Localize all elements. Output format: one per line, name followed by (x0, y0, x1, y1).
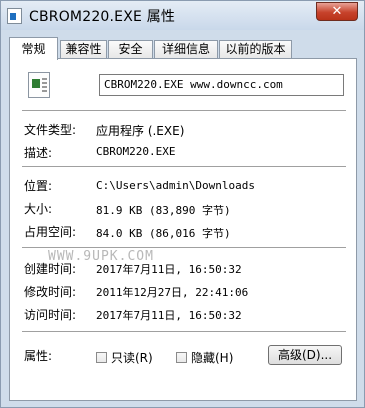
tab-strip: 常规 兼容性 安全 详细信息 以前的版本 (9, 37, 357, 60)
title-bar[interactable]: CBROM220.EXE 属性 ✕ (1, 1, 364, 30)
file-type-label: 文件类型: (24, 123, 77, 137)
tab-details[interactable]: 详细信息 (154, 40, 218, 59)
hidden-option[interactable]: 隐藏(H) (176, 349, 233, 366)
size-value: 81.9 KB (83,890 字节) (96, 204, 231, 217)
description-label: 描述: (24, 146, 53, 160)
tab-general[interactable]: 常规 (9, 37, 58, 60)
description-value: CBROM220.EXE (96, 145, 176, 158)
tab-security[interactable]: 安全 (108, 40, 153, 59)
divider (22, 247, 346, 249)
readonly-label: 只读(R) (111, 351, 153, 365)
modified-value: 2011年12月27日, 22:41:06 (96, 286, 249, 299)
advanced-button[interactable]: 高级(D)... (268, 345, 342, 365)
divider (22, 331, 346, 333)
accessed-value: 2017年7月11日, 16:50:32 (96, 309, 242, 322)
divider (22, 166, 346, 168)
file-icon (28, 72, 50, 98)
file-name-input[interactable]: CBROM220.EXE www.downcc.com (99, 74, 344, 96)
general-panel: CBROM220.EXE www.downcc.com 文件类型: 应用程序 (… (9, 58, 357, 401)
readonly-checkbox[interactable] (96, 352, 107, 363)
size-on-disk-label: 占用空间: (24, 225, 77, 239)
tab-compatibility[interactable]: 兼容性 (60, 40, 107, 59)
hidden-label: 隐藏(H) (191, 351, 234, 365)
divider (22, 110, 346, 112)
hidden-checkbox[interactable] (176, 352, 187, 363)
app-icon (7, 8, 22, 24)
accessed-label: 访问时间: (24, 308, 77, 322)
close-button[interactable]: ✕ (316, 2, 358, 21)
window-title: CBROM220.EXE 属性 (29, 9, 176, 25)
created-label: 创建时间: (24, 262, 77, 276)
modified-label: 修改时间: (24, 285, 77, 299)
location-value: C:\Users\admin\Downloads (96, 179, 255, 192)
size-label: 大小: (24, 202, 53, 216)
tab-previous-versions[interactable]: 以前的版本 (219, 40, 292, 59)
location-label: 位置: (24, 179, 53, 193)
file-type-value: 应用程序 (.EXE) (96, 124, 185, 138)
properties-window: CBROM220.EXE 属性 ✕ 常规 兼容性 安全 详细信息 以前的版本 C… (0, 0, 365, 408)
attributes-label: 属性: (24, 349, 53, 363)
readonly-option[interactable]: 只读(R) (96, 349, 153, 366)
size-on-disk-value: 84.0 KB (86,016 字节) (96, 227, 231, 240)
created-value: 2017年7月11日, 16:50:32 (96, 263, 242, 276)
